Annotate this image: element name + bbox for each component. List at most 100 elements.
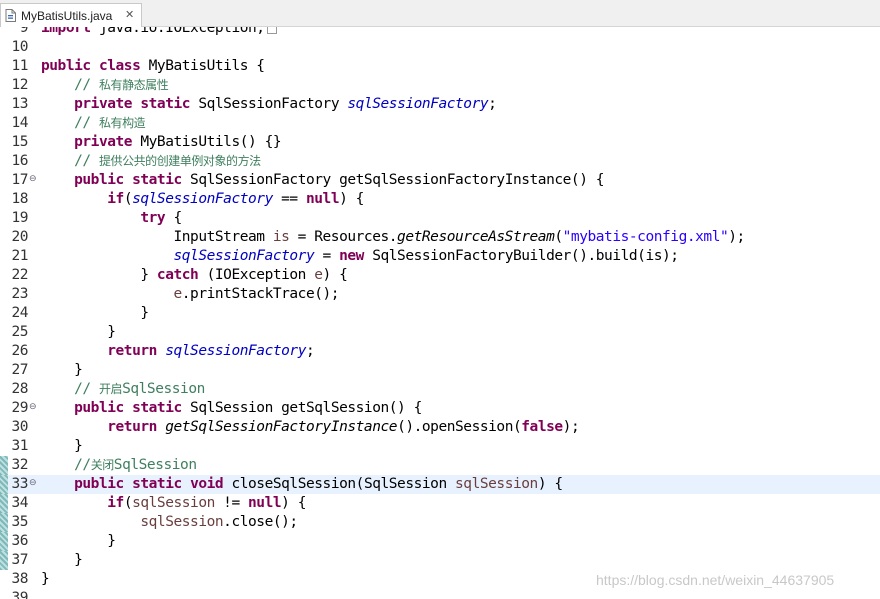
code-line[interactable]: 10 xyxy=(0,38,880,57)
code-line[interactable]: 13 private static SqlSessionFactory sqlS… xyxy=(0,95,880,114)
code-line[interactable]: 9 import java.io.IOException; xyxy=(0,27,880,38)
code-line[interactable]: 14 // 私有构造 xyxy=(0,114,880,133)
line-number: 23 xyxy=(11,286,29,302)
code-text: public class MyBatisUtils { xyxy=(41,57,265,76)
code-line[interactable]: 24 } xyxy=(0,304,880,323)
code-line[interactable]: 18 if(sqlSessionFactory == null) { xyxy=(0,190,880,209)
code-token: sqlSessionFactory xyxy=(165,343,306,359)
code-text: sqlSession.close(); xyxy=(41,513,298,532)
code-token: InputStream xyxy=(41,229,273,245)
code-token: null xyxy=(305,191,340,207)
code-token: ; xyxy=(488,96,497,112)
code-token: } xyxy=(41,267,157,283)
code-token: sqlSessionFactory xyxy=(347,96,489,112)
line-number: 20 xyxy=(11,229,29,245)
line-number: 27 xyxy=(11,362,29,378)
code-token: ); xyxy=(562,419,580,435)
code-token: ) { xyxy=(322,267,348,283)
tab-mybatisutils-java[interactable]: MyBatisUtils.java ✕ xyxy=(0,3,142,27)
code-token: MyBatisUtils() {} xyxy=(132,134,282,150)
code-line[interactable]: 31 } xyxy=(0,437,880,456)
fold-toggle-icon[interactable]: ⊖ xyxy=(29,403,38,412)
code-token: void xyxy=(190,476,224,492)
line-number: 19 xyxy=(11,210,29,226)
code-token: return xyxy=(107,419,157,435)
code-token: getResourceAsStream xyxy=(397,229,555,245)
fold-toggle-icon[interactable]: ⊖ xyxy=(29,479,38,488)
code-line[interactable]: 26 return sqlSessionFactory; xyxy=(0,342,880,361)
code-line[interactable]: 25 } xyxy=(0,323,880,342)
code-token: } xyxy=(41,324,116,340)
code-line[interactable]: 39 xyxy=(0,589,880,599)
code-token: is xyxy=(272,229,290,245)
code-line[interactable]: 19 try { xyxy=(0,209,880,228)
code-line[interactable]: 21 sqlSessionFactory = new SqlSessionFac… xyxy=(0,247,880,266)
code-line[interactable]: 16 // 提供公共的创建单例对象的方法 xyxy=(0,152,880,171)
code-text: } xyxy=(41,570,50,589)
code-token: false xyxy=(521,419,563,435)
code-token: sqlSessionFactory xyxy=(132,191,273,207)
code-line[interactable]: 32 //关闭SqlSession xyxy=(0,456,880,475)
code-text: } xyxy=(41,323,116,342)
line-number: 30 xyxy=(11,419,29,435)
code-text: } xyxy=(41,532,116,551)
code-line[interactable]: 12 // 私有静态属性 xyxy=(0,76,880,95)
code-line[interactable]: 29 ⊖ public static SqlSession getSqlSessi… xyxy=(0,399,880,418)
code-token: SqlSessionFactoryBuilder().build(is); xyxy=(363,248,679,264)
code-line[interactable]: 35 sqlSession.close(); xyxy=(0,513,880,532)
code-text: } xyxy=(41,551,83,570)
tab-title: MyBatisUtils.java xyxy=(21,9,113,23)
line-number: 37 xyxy=(11,552,29,568)
code-editor[interactable]: 9 import java.io.IOException; 10 11 public c… xyxy=(0,27,880,599)
code-line[interactable]: 28 // 开启SqlSession xyxy=(0,380,880,399)
code-line[interactable]: 17 ⊖ public static SqlSessionFactory getS… xyxy=(0,171,880,190)
code-token: MyBatisUtils { xyxy=(140,58,265,74)
line-number: 33 xyxy=(11,476,29,492)
code-text: return sqlSessionFactory; xyxy=(41,342,314,361)
close-icon[interactable]: ✕ xyxy=(125,8,134,21)
line-number: 31 xyxy=(11,438,29,454)
editor-tab-bar: MyBatisUtils.java ✕ xyxy=(0,0,880,27)
code-token: } xyxy=(41,552,83,568)
code-text: public static SqlSessionFactory getSqlSe… xyxy=(41,171,604,190)
code-token: getSqlSessionFactoryInstance xyxy=(165,419,398,435)
code-line[interactable]: 34 if(sqlSession != null) { xyxy=(0,494,880,513)
code-line[interactable]: 36 } xyxy=(0,532,880,551)
code-token: // xyxy=(74,115,99,131)
code-token: == xyxy=(272,191,306,207)
line-number: 16 xyxy=(11,153,29,169)
code-line[interactable]: 30 return getSqlSessionFactoryInstance()… xyxy=(0,418,880,437)
code-token: ); xyxy=(728,229,745,245)
code-line[interactable]: 15 private MyBatisUtils() {} xyxy=(0,133,880,152)
code-token: sqlSession xyxy=(140,514,224,530)
collapsed-imports-icon[interactable] xyxy=(266,27,277,34)
code-line[interactable]: 22 } catch (IOException e) { xyxy=(0,266,880,285)
line-number: 34 xyxy=(11,495,29,511)
code-line[interactable]: 37 } xyxy=(0,551,880,570)
code-line[interactable]: 11 public class MyBatisUtils { xyxy=(0,57,880,76)
code-text: sqlSessionFactory = new SqlSessionFactor… xyxy=(41,247,679,266)
code-line[interactable]: 27 } xyxy=(0,361,880,380)
code-token: e xyxy=(314,267,323,283)
fold-toggle-icon[interactable]: ⊖ xyxy=(29,175,38,184)
code-text: return getSqlSessionFactoryInstance().op… xyxy=(41,418,579,437)
code-line[interactable]: 23 e.printStackTrace(); xyxy=(0,285,880,304)
line-number: 24 xyxy=(11,305,29,321)
code-token: if xyxy=(107,495,124,511)
code-line[interactable]: 20 InputStream is = Resources.getResourc… xyxy=(0,228,880,247)
code-token: ( xyxy=(123,191,133,207)
code-line[interactable]: 33 ⊖ public static void closeSqlSession(S… xyxy=(0,475,880,494)
code-token: 私有静态属性 xyxy=(98,78,169,92)
code-token: // xyxy=(74,457,91,473)
